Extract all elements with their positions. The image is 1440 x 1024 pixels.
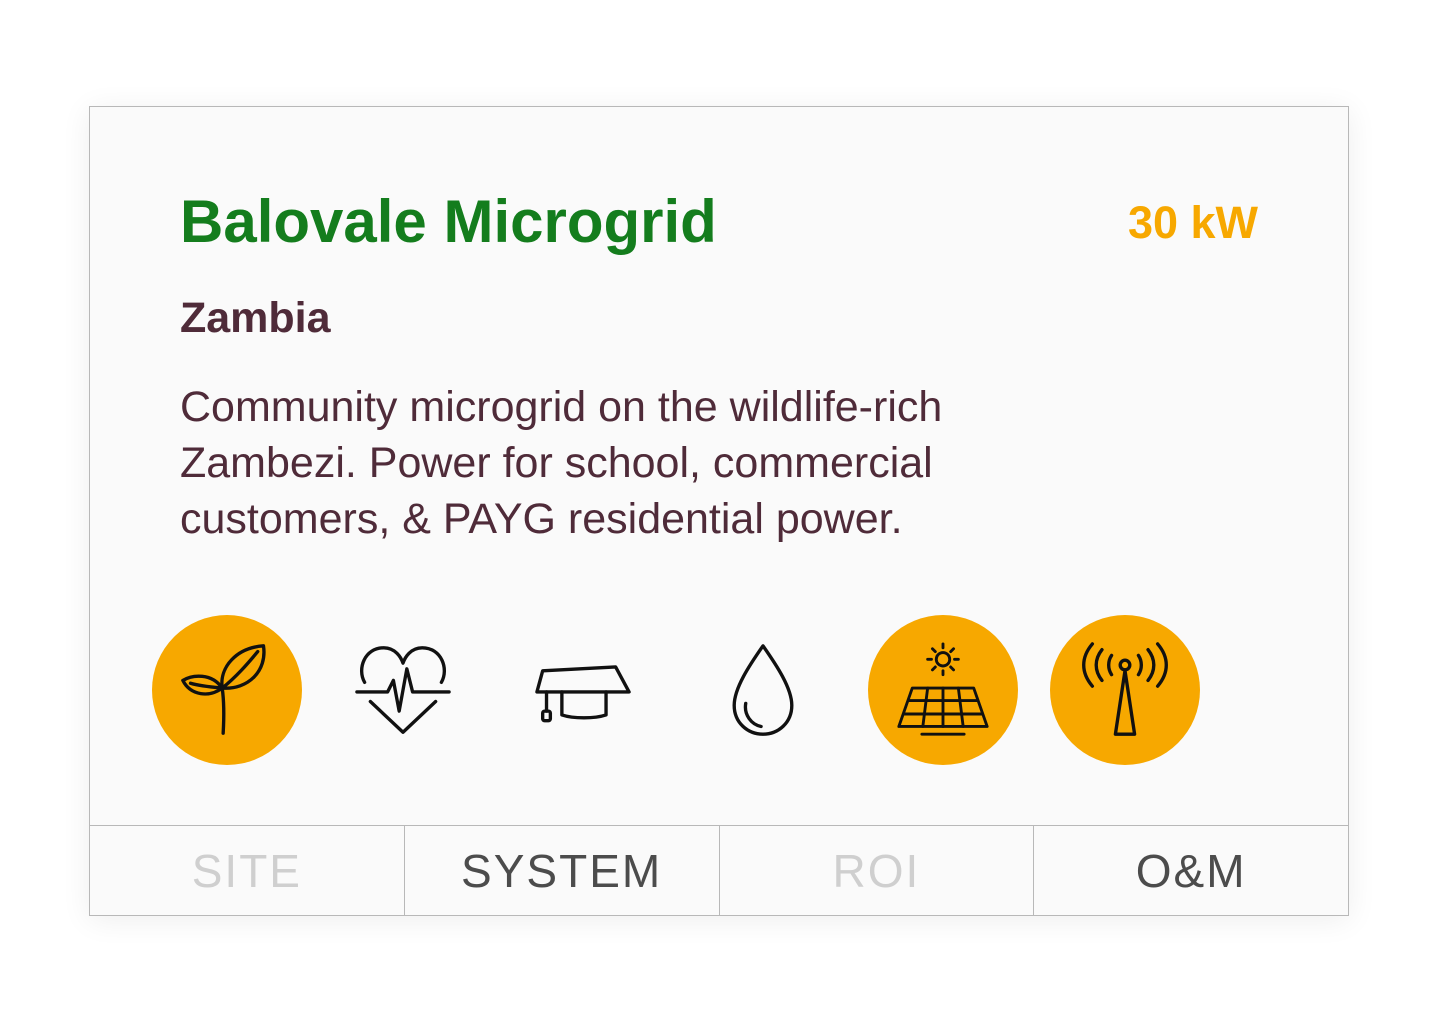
- project-title: Balovale Microgrid: [180, 188, 717, 255]
- graduation-cap-icon[interactable]: [508, 615, 658, 765]
- project-card: Balovale Microgrid 30 kW Zambia Communit…: [89, 106, 1349, 916]
- tab-site[interactable]: SITE: [90, 826, 405, 915]
- tab-om[interactable]: O&M: [1034, 826, 1348, 915]
- antenna-icon[interactable]: [1050, 615, 1200, 765]
- project-country: Zambia: [180, 294, 331, 342]
- power-capacity: 30 kW: [1127, 197, 1258, 248]
- tab-bar: SITE SYSTEM ROI O&M: [90, 825, 1348, 915]
- water-drop-icon[interactable]: [688, 615, 838, 765]
- tab-roi[interactable]: ROI: [720, 826, 1035, 915]
- heartbeat-icon[interactable]: [328, 615, 478, 765]
- tab-system[interactable]: SYSTEM: [405, 826, 720, 915]
- sprout-icon[interactable]: [152, 615, 302, 765]
- project-description: Community microgrid on the wildlife-rich…: [180, 383, 943, 543]
- solar-panel-icon[interactable]: [868, 615, 1018, 765]
